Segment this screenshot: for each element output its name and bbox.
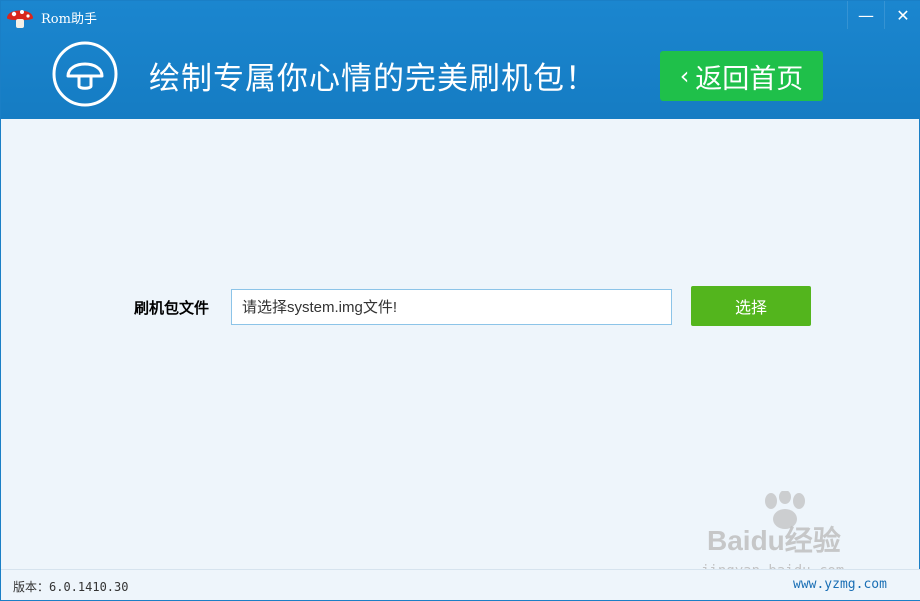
back-home-button[interactable]: ‹ 返回首页: [660, 51, 823, 101]
mushroom-outline-icon: [52, 41, 118, 107]
window-title: Rom助手: [41, 12, 97, 27]
watermark-brand: Baidu经验: [707, 525, 841, 556]
chevron-left-icon: ‹: [679, 62, 690, 90]
rom-file-input[interactable]: [231, 289, 672, 325]
status-bar: 版本：6.0.1410.30: [1, 569, 920, 600]
close-button[interactable]: ✕: [884, 1, 920, 29]
back-home-label: 返回首页: [695, 63, 804, 95]
mushroom-icon: [7, 10, 33, 28]
version-text: 版本：6.0.1410.30: [13, 580, 129, 594]
site-url: www.yzmg.com: [793, 577, 887, 592]
minimize-button[interactable]: —: [847, 1, 884, 29]
window-controls: — ✕: [847, 1, 920, 31]
rom-file-label: 刷机包文件: [134, 299, 210, 317]
minimize-icon: —: [858, 5, 874, 25]
app-window: Rom助手 — ✕ 绘制专属你心情的完美刷机包！ ‹ 返回首页 刷机包文件 选择: [0, 0, 920, 601]
select-file-button[interactable]: 选择: [691, 286, 811, 326]
header-banner: Rom助手 — ✕ 绘制专属你心情的完美刷机包！ ‹ 返回首页: [1, 1, 920, 119]
select-file-label: 选择: [734, 298, 767, 317]
close-icon: ✕: [896, 5, 910, 25]
banner-slogan: 绘制专属你心情的完美刷机包！: [149, 61, 597, 97]
